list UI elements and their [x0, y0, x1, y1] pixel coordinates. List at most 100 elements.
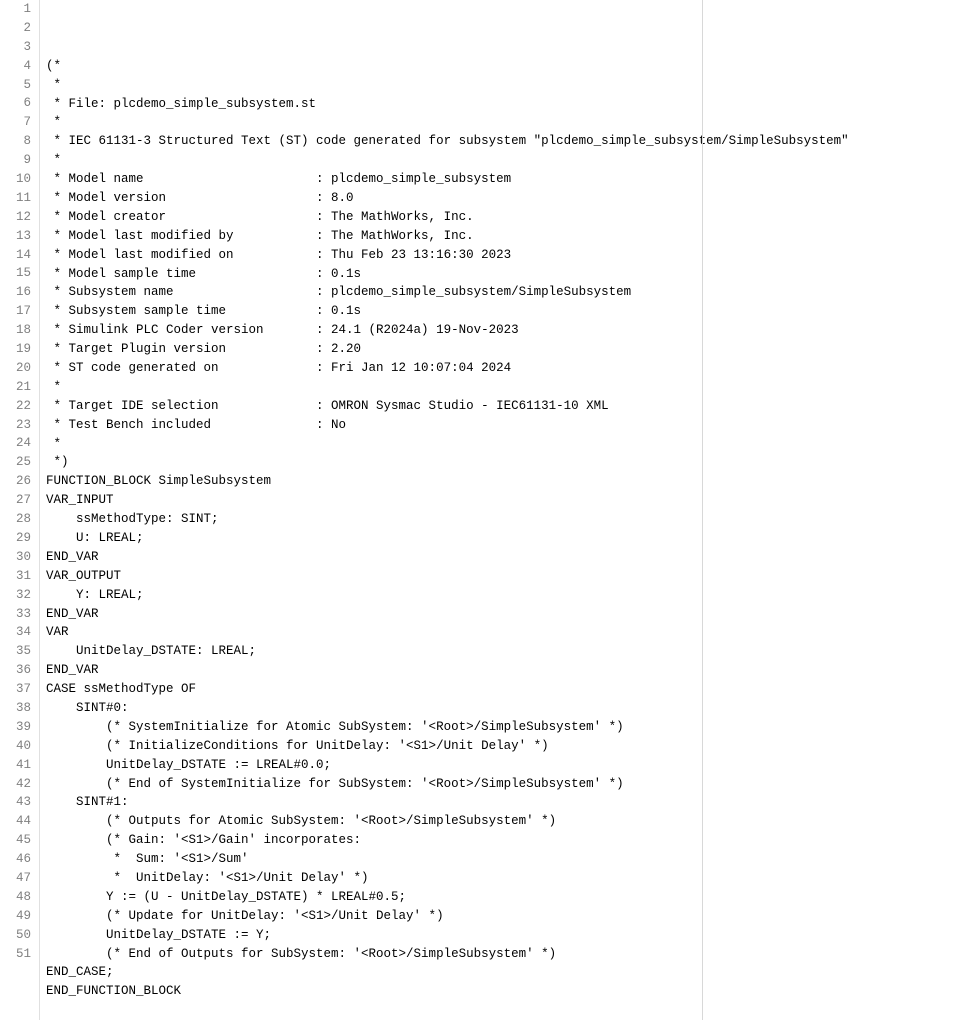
code-line[interactable]	[46, 1001, 954, 1020]
code-line[interactable]: END_VAR	[46, 605, 954, 624]
line-number: 26	[0, 472, 39, 491]
line-number: 47	[0, 869, 39, 888]
code-line[interactable]: END_CASE;	[46, 963, 954, 982]
line-number: 13	[0, 227, 39, 246]
line-number: 51	[0, 945, 39, 964]
line-number: 50	[0, 926, 39, 945]
code-line[interactable]: * ST code generated on : Fri Jan 12 10:0…	[46, 359, 954, 378]
line-number: 49	[0, 907, 39, 926]
line-number: 42	[0, 775, 39, 794]
code-line[interactable]: VAR_OUTPUT	[46, 567, 954, 586]
code-content[interactable]: (* * * File: plcdemo_simple_subsystem.st…	[40, 0, 954, 1020]
code-line[interactable]: (* Gain: '<S1>/Gain' incorporates:	[46, 831, 954, 850]
code-line[interactable]: * Simulink PLC Coder version : 24.1 (R20…	[46, 321, 954, 340]
line-number: 9	[0, 151, 39, 170]
line-number: 15	[0, 264, 39, 283]
code-line[interactable]: FUNCTION_BLOCK SimpleSubsystem	[46, 472, 954, 491]
code-line[interactable]: (*	[46, 57, 954, 76]
code-line[interactable]: UnitDelay_DSTATE := LREAL#0.0;	[46, 756, 954, 775]
code-line[interactable]: SINT#1:	[46, 793, 954, 812]
line-number: 17	[0, 302, 39, 321]
line-number: 18	[0, 321, 39, 340]
code-line[interactable]: * UnitDelay: '<S1>/Unit Delay' *)	[46, 869, 954, 888]
line-number: 20	[0, 359, 39, 378]
line-number: 30	[0, 548, 39, 567]
code-line[interactable]: UnitDelay_DSTATE := Y;	[46, 926, 954, 945]
line-number: 38	[0, 699, 39, 718]
line-number: 29	[0, 529, 39, 548]
line-number: 25	[0, 453, 39, 472]
line-number: 44	[0, 812, 39, 831]
code-line[interactable]: * Model name : plcdemo_simple_subsystem	[46, 170, 954, 189]
code-line[interactable]: *	[46, 435, 954, 454]
line-number: 8	[0, 132, 39, 151]
code-line[interactable]: U: LREAL;	[46, 529, 954, 548]
line-number: 48	[0, 888, 39, 907]
line-number: 33	[0, 605, 39, 624]
code-line[interactable]: * Test Bench included : No	[46, 416, 954, 435]
code-line[interactable]: * Target Plugin version : 2.20	[46, 340, 954, 359]
line-number: 19	[0, 340, 39, 359]
code-line[interactable]: * Target IDE selection : OMRON Sysmac St…	[46, 397, 954, 416]
code-line[interactable]: VAR	[46, 623, 954, 642]
code-line[interactable]: (* Update for UnitDelay: '<S1>/Unit Dela…	[46, 907, 954, 926]
line-number: 28	[0, 510, 39, 529]
code-line[interactable]: *	[46, 76, 954, 95]
code-line[interactable]: * IEC 61131-3 Structured Text (ST) code …	[46, 132, 954, 151]
code-line[interactable]: (* InitializeConditions for UnitDelay: '…	[46, 737, 954, 756]
line-number: 21	[0, 378, 39, 397]
code-line[interactable]: ssMethodType: SINT;	[46, 510, 954, 529]
line-number: 5	[0, 76, 39, 95]
code-line[interactable]: * Sum: '<S1>/Sum'	[46, 850, 954, 869]
code-line[interactable]: * Model version : 8.0	[46, 189, 954, 208]
code-line[interactable]: *)	[46, 453, 954, 472]
code-line[interactable]: (* Outputs for Atomic SubSystem: '<Root>…	[46, 812, 954, 831]
line-number: 1	[0, 0, 39, 19]
line-number: 34	[0, 623, 39, 642]
line-number: 24	[0, 434, 39, 453]
line-number: 36	[0, 661, 39, 680]
code-line[interactable]: Y: LREAL;	[46, 586, 954, 605]
code-line[interactable]: VAR_INPUT	[46, 491, 954, 510]
line-number: 39	[0, 718, 39, 737]
line-number: 41	[0, 756, 39, 775]
code-line[interactable]: * Model last modified by : The MathWorks…	[46, 227, 954, 246]
code-line[interactable]: CASE ssMethodType OF	[46, 680, 954, 699]
code-line[interactable]: (* End of Outputs for SubSystem: '<Root>…	[46, 945, 954, 964]
line-number: 43	[0, 793, 39, 812]
line-number: 16	[0, 283, 39, 302]
line-number: 12	[0, 208, 39, 227]
code-line[interactable]: END_FUNCTION_BLOCK	[46, 982, 954, 1001]
line-number: 31	[0, 567, 39, 586]
code-line[interactable]: * Model creator : The MathWorks, Inc.	[46, 208, 954, 227]
line-number: 11	[0, 189, 39, 208]
line-number: 2	[0, 19, 39, 38]
line-number: 46	[0, 850, 39, 869]
line-number: 3	[0, 38, 39, 57]
code-line[interactable]: (* SystemInitialize for Atomic SubSystem…	[46, 718, 954, 737]
code-line[interactable]: * Subsystem sample time : 0.1s	[46, 302, 954, 321]
code-line[interactable]: *	[46, 378, 954, 397]
code-line[interactable]: * Subsystem name : plcdemo_simple_subsys…	[46, 283, 954, 302]
line-number: 32	[0, 586, 39, 605]
code-line[interactable]: *	[46, 151, 954, 170]
line-number: 14	[0, 246, 39, 265]
line-number: 27	[0, 491, 39, 510]
line-number: 23	[0, 416, 39, 435]
line-number: 40	[0, 737, 39, 756]
code-editor[interactable]: 1234567891011121314151617181920212223242…	[0, 0, 954, 1020]
code-line[interactable]: Y := (U - UnitDelay_DSTATE) * LREAL#0.5;	[46, 888, 954, 907]
line-number: 4	[0, 57, 39, 76]
code-line[interactable]: END_VAR	[46, 548, 954, 567]
code-line[interactable]: * File: plcdemo_simple_subsystem.st	[46, 95, 954, 114]
code-line[interactable]: * Model sample time : 0.1s	[46, 265, 954, 284]
code-line[interactable]: *	[46, 113, 954, 132]
code-line[interactable]: END_VAR	[46, 661, 954, 680]
code-line[interactable]: * Model last modified on : Thu Feb 23 13…	[46, 246, 954, 265]
code-line[interactable]: SINT#0:	[46, 699, 954, 718]
code-line[interactable]: UnitDelay_DSTATE: LREAL;	[46, 642, 954, 661]
code-line[interactable]: (* End of SystemInitialize for SubSystem…	[46, 775, 954, 794]
line-number: 7	[0, 113, 39, 132]
line-number: 35	[0, 642, 39, 661]
line-number-gutter: 1234567891011121314151617181920212223242…	[0, 0, 40, 1020]
